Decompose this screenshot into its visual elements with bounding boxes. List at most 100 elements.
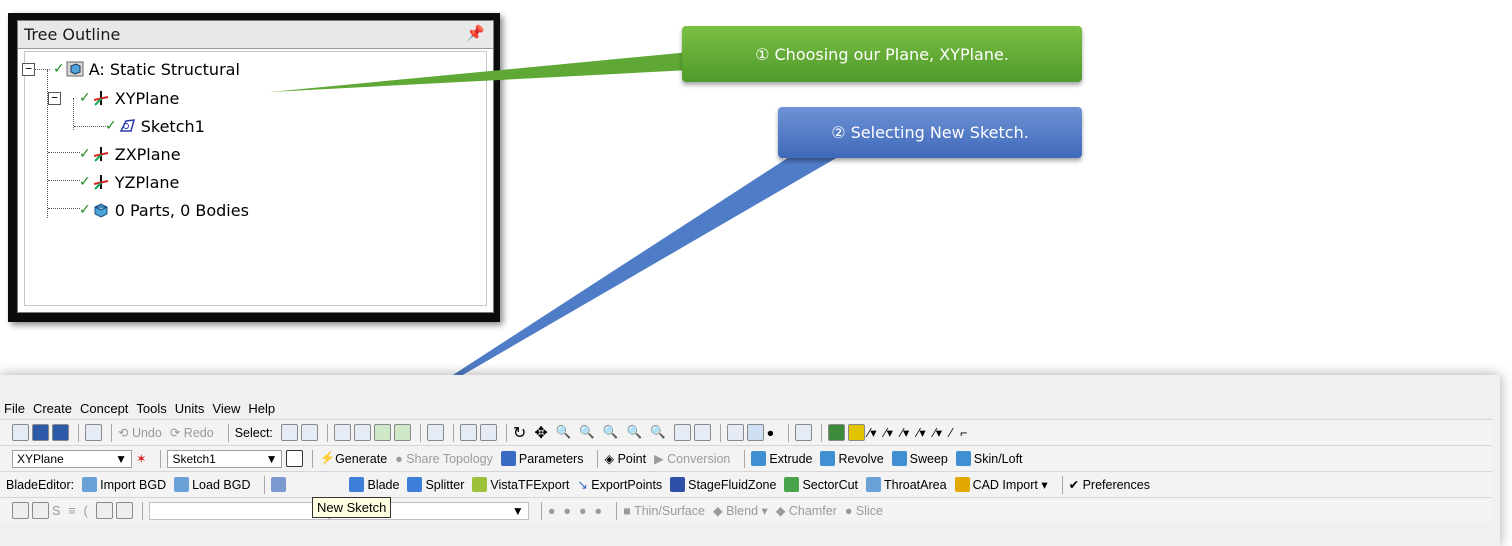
parameters-icon	[500, 451, 516, 466]
tree-node-yzplane[interactable]: ✓ YZPlane	[79, 169, 179, 195]
line-style-6-icon[interactable]: ⁄	[950, 426, 952, 440]
zoom-icon[interactable]: 🔍	[556, 425, 572, 440]
separator	[160, 449, 162, 468]
feature-tool-7-icon[interactable]	[115, 502, 133, 519]
redo-button[interactable]: ⟳ Redo	[170, 425, 214, 441]
zoom-out-icon[interactable]: 🔍	[650, 425, 666, 440]
save-as-icon[interactable]	[52, 424, 69, 441]
pin-icon[interactable]: 📌	[466, 24, 485, 42]
extend-selection-icon[interactable]	[426, 424, 444, 441]
select-faces-icon[interactable]	[373, 424, 391, 441]
menu-help[interactable]: Help	[244, 401, 279, 416]
revolve-button[interactable]: Revolve	[820, 451, 884, 466]
feature-tool-1-icon[interactable]	[12, 502, 29, 519]
separator	[821, 423, 823, 442]
feature-tool-10-icon[interactable]: ●	[579, 504, 587, 518]
face-color-icon[interactable]	[828, 424, 846, 441]
tree-node-static-structural[interactable]: ✓ A: Static Structural	[53, 56, 240, 82]
sketch-dropdown[interactable]: Sketch1 ▼	[167, 449, 283, 468]
select-bodies-icon[interactable]	[393, 424, 411, 441]
tree-node-zxplane[interactable]: ✓ ZXPlane	[79, 141, 181, 167]
feature-tool-3-icon[interactable]: S	[52, 504, 60, 518]
edge-color-icon[interactable]	[848, 424, 866, 441]
select-label: Select:	[234, 425, 273, 440]
select-mode-icon[interactable]	[280, 424, 298, 441]
thin-surface-button[interactable]: ■ Thin/Surface	[623, 504, 705, 518]
separator	[540, 501, 542, 520]
generate-button[interactable]: ⚡ Generate	[319, 451, 387, 466]
feature-tool-6-icon[interactable]	[95, 502, 113, 519]
menu-create[interactable]: Create	[29, 401, 76, 416]
cad-import-button[interactable]: CAD Import ▾	[954, 477, 1048, 492]
menu-units[interactable]: Units	[171, 401, 209, 416]
line-style-3-icon[interactable]: ⁄▾	[901, 425, 909, 440]
new-icon[interactable]	[12, 424, 29, 441]
zoom-box-icon[interactable]: 🔍	[579, 425, 595, 440]
display-model-icon[interactable]	[746, 424, 764, 441]
feature-input-field[interactable]	[148, 501, 329, 520]
line-style-5-icon[interactable]: ⁄▾	[934, 425, 942, 440]
import-bgd-button[interactable]: Import BGD	[82, 477, 166, 492]
exportpoints-button[interactable]: ↘ ExportPoints	[577, 477, 662, 493]
zoom-in-icon[interactable]: 🔍	[626, 425, 642, 440]
line-style-1-icon[interactable]: ⁄▾	[868, 425, 876, 440]
save-icon[interactable]	[32, 424, 49, 441]
feature-tool-2-icon[interactable]	[32, 502, 49, 519]
menu-tools[interactable]: Tools	[132, 401, 170, 416]
select-edges-icon[interactable]	[353, 424, 371, 441]
sectorcut-button[interactable]: SectorCut	[784, 477, 858, 492]
menu-concept[interactable]: Concept	[76, 401, 132, 416]
select-points-icon[interactable]	[333, 424, 351, 441]
skin-loft-button[interactable]: Skin/Loft	[955, 451, 1023, 466]
pan-icon[interactable]: ✥	[534, 423, 547, 443]
load-bgd-button[interactable]: Load BGD	[174, 477, 250, 492]
share-topology-button[interactable]: ● Share Topology	[395, 452, 493, 466]
display-plane-icon[interactable]	[693, 424, 711, 441]
feature-tool-9-icon[interactable]: ●	[563, 504, 571, 518]
iso-view-icon[interactable]	[673, 424, 691, 441]
tree-node-xyplane[interactable]: ✓ XYPlane	[79, 85, 179, 111]
feature-tool-11-icon[interactable]: ●	[595, 504, 603, 518]
parameters-button[interactable]: Parameters	[500, 451, 583, 466]
vistatfexport-button[interactable]: VistaTFExport	[472, 477, 569, 492]
flowpath-button[interactable]	[271, 477, 341, 492]
chamfer-button[interactable]: ◆ Chamfer	[776, 503, 837, 519]
tree-outline-panel: Tree Outline 📌 − ✓ A: Static Structural …	[17, 20, 494, 313]
menu-view[interactable]: View	[208, 401, 244, 416]
display-point-icon[interactable]: ●	[767, 426, 775, 440]
throatarea-button[interactable]: ThroatArea	[866, 477, 947, 492]
tree-node-label: A: Static Structural	[88, 59, 240, 79]
box-deselect-icon[interactable]	[479, 424, 497, 441]
blade-button[interactable]: Blade	[349, 477, 399, 492]
undo-button[interactable]: ⟲ Undo	[118, 425, 162, 441]
blend-button[interactable]: ◆ Blend ▾	[713, 503, 768, 518]
feature-tool-4-icon[interactable]: ≡	[68, 504, 75, 518]
preferences-button[interactable]: ✔ Preferences	[1069, 477, 1150, 493]
tree-node-parts-bodies[interactable]: ✓ 0 Parts, 0 Bodies	[79, 197, 249, 223]
line-style-2-icon[interactable]: ⁄▾	[885, 425, 893, 440]
collapse-toggle[interactable]: −	[48, 92, 61, 105]
point-button[interactable]: ◈ Point	[604, 451, 646, 467]
zoom-fit-icon[interactable]: 🔍	[603, 425, 619, 440]
splitter-button[interactable]: Splitter	[407, 477, 464, 492]
line-style-4-icon[interactable]: ⁄▾	[917, 425, 925, 440]
menu-file[interactable]: File	[0, 401, 29, 416]
rotate-icon[interactable]: ↻	[513, 423, 526, 443]
plane-dropdown[interactable]: XYPlane ▼	[12, 449, 132, 468]
slice-button[interactable]: ● Slice	[845, 504, 883, 518]
display-axes-icon[interactable]	[726, 424, 744, 441]
stagefluidzone-button[interactable]: StageFluidZone	[670, 477, 776, 492]
line-style-7-icon[interactable]: ⌐	[960, 426, 967, 440]
tree-node-sketch1[interactable]: ✓ Sketch1	[105, 113, 205, 139]
select-filter-icon[interactable]	[300, 424, 318, 441]
feature-tool-5-icon[interactable]: (	[84, 504, 88, 518]
box-select-icon[interactable]	[459, 424, 477, 441]
camera-icon[interactable]	[85, 424, 102, 441]
new-sketch-button[interactable]	[286, 450, 304, 467]
extrude-button[interactable]: Extrude	[751, 451, 812, 466]
feature-tool-8-icon[interactable]: ●	[548, 504, 556, 518]
look-at-icon[interactable]	[795, 424, 813, 441]
conversion-button[interactable]: ▶ Conversion	[654, 451, 730, 467]
new-plane-icon[interactable]: ✶	[136, 451, 146, 466]
sweep-button[interactable]: Sweep	[891, 451, 948, 466]
